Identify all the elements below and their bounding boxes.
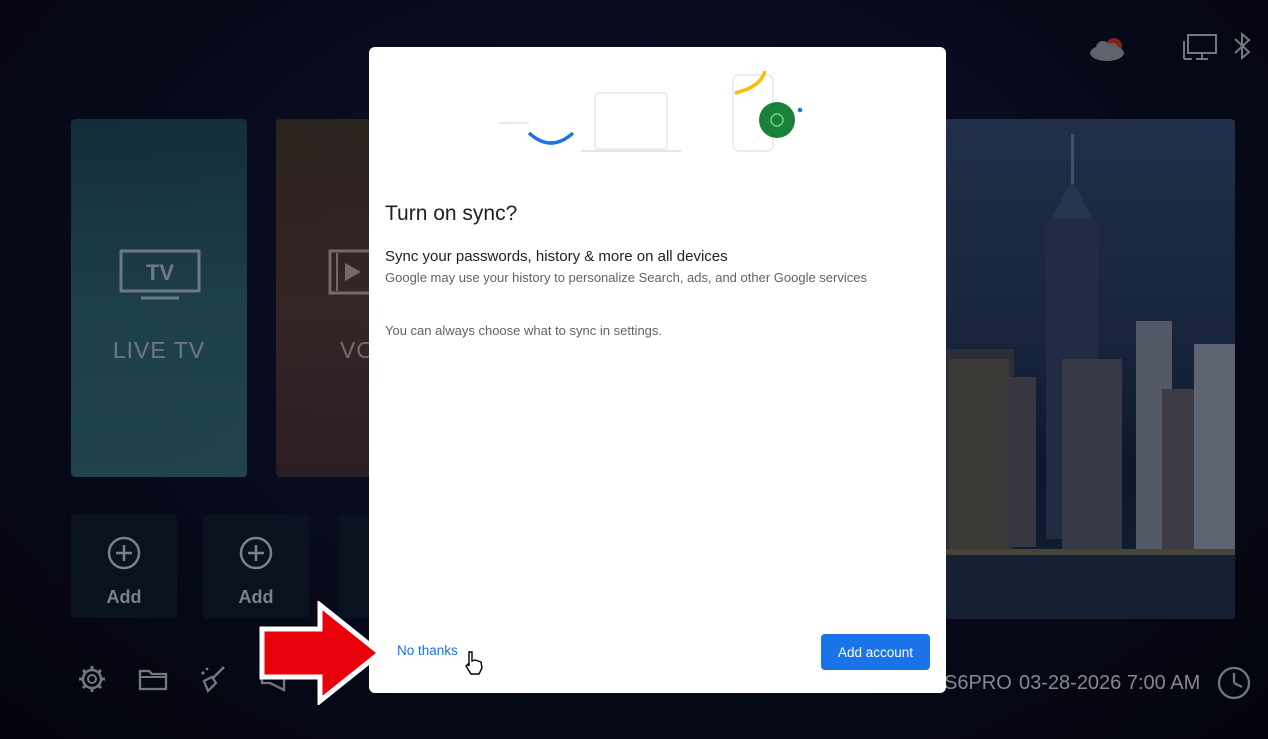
- dialog-heading: Sync your passwords, history & more on a…: [385, 248, 728, 265]
- devices-sync-illustration: [499, 70, 803, 152]
- sync-dialog: Turn on sync? Sync your passwords, histo…: [369, 47, 946, 693]
- dialog-subtext: Google may use your history to personali…: [385, 270, 867, 285]
- dialog-title: Turn on sync?: [385, 202, 518, 225]
- annotation-arrow-icon: [259, 601, 385, 705]
- add-account-button[interactable]: Add account: [821, 634, 930, 670]
- hand-pointer-icon: [465, 651, 483, 675]
- no-thanks-button[interactable]: No thanks: [397, 643, 458, 658]
- dialog-note: You can always choose what to sync in se…: [385, 323, 663, 338]
